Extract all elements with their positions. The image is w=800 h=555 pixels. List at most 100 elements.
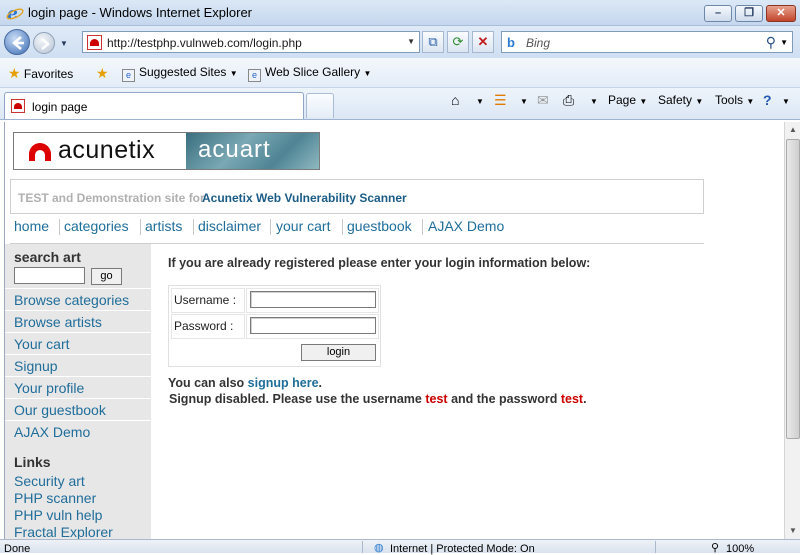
search-go-button[interactable]: go xyxy=(91,268,122,285)
nav-your-cart[interactable]: your cart xyxy=(276,218,330,234)
search-options-dropdown-icon[interactable]: ▼ xyxy=(780,38,788,47)
address-dropdown-icon[interactable]: ▼ xyxy=(407,37,415,46)
site-favicon-icon xyxy=(87,35,102,50)
search-art-input[interactable] xyxy=(14,267,85,284)
nav-separator xyxy=(193,219,194,235)
tab-label: login page xyxy=(32,100,88,114)
search-icon[interactable]: ⚲ xyxy=(766,34,776,51)
tools-menu[interactable]: Tools ▼ xyxy=(715,93,754,107)
maximize-button[interactable]: ❐ xyxy=(735,5,763,22)
suggested-sites-button[interactable]: e Suggested Sites ▼ xyxy=(122,65,238,82)
forward-button[interactable] xyxy=(33,32,55,54)
tab-login-page[interactable]: login page xyxy=(4,92,304,119)
status-bar: Done ◍ Internet | Protected Mode: On ⚲ 1… xyxy=(0,539,800,555)
help-dropdown-icon[interactable]: ▼ xyxy=(782,97,790,106)
window-title: login page - Windows Internet Explorer xyxy=(28,5,253,20)
address-url[interactable]: http://testphp.vulnweb.com/login.php xyxy=(107,36,302,50)
home-dropdown-icon[interactable]: ▼ xyxy=(476,97,484,106)
nav-categories[interactable]: categories xyxy=(64,218,129,234)
acunetix-logo-icon xyxy=(29,143,51,161)
new-tab-button[interactable] xyxy=(306,93,334,118)
ie-page-icon: e xyxy=(122,69,135,82)
logo-acuart-text: acuart xyxy=(198,136,271,163)
link-php-scanner[interactable]: PHP scanner xyxy=(14,490,96,506)
ie-logo-icon: e xyxy=(6,4,24,22)
favorites-button[interactable]: ★ Favorites xyxy=(8,65,73,82)
stop-button[interactable]: ✕ xyxy=(472,31,494,53)
web-slice-gallery-button[interactable]: e Web Slice Gallery ▼ xyxy=(248,65,371,82)
nav-artists[interactable]: artists xyxy=(145,218,182,234)
add-favorite-icon: ★ xyxy=(96,65,109,81)
favorites-star-icon: ★ xyxy=(8,65,21,81)
sidebar-item-our-guestbook[interactable]: Our guestbook xyxy=(5,398,151,420)
safety-menu[interactable]: Safety ▼ xyxy=(658,93,703,107)
scroll-up-icon[interactable]: ▲ xyxy=(785,122,800,138)
zoom-icon[interactable]: ⚲ xyxy=(711,541,719,554)
scroll-thumb[interactable] xyxy=(786,139,800,439)
nav-home[interactable]: home xyxy=(14,218,49,234)
nav-separator xyxy=(59,219,60,235)
title-bar: e login page - Windows Internet Explorer… xyxy=(0,0,800,26)
home-icon[interactable]: ⌂ xyxy=(451,92,459,108)
print-dropdown-icon[interactable]: ▼ xyxy=(590,97,598,106)
signup-disabled-message: Signup disabled. Please use the username… xyxy=(169,392,587,406)
read-mail-icon[interactable]: ✉ xyxy=(537,92,549,109)
vertical-scrollbar[interactable]: ▲ ▼ xyxy=(784,122,800,539)
nav-separator xyxy=(140,219,141,235)
print-icon[interactable]: ⎙ xyxy=(563,92,574,109)
feeds-icon[interactable]: ☰ xyxy=(494,92,507,109)
nav-disclaimer[interactable]: disclaimer xyxy=(198,218,261,234)
page-viewport: acunetix acuart TEST and Demonstration s… xyxy=(4,122,784,539)
link-security-art[interactable]: Security art xyxy=(14,473,85,489)
minimize-button[interactable]: – xyxy=(704,5,732,22)
links-heading: Links xyxy=(14,454,51,470)
site-logo[interactable]: acunetix acuart xyxy=(13,132,320,170)
bing-icon: b xyxy=(507,35,515,50)
search-box[interactable]: b Bing ⚲ ▼ xyxy=(501,31,793,53)
sidebar-item-your-cart[interactable]: Your cart xyxy=(5,332,151,354)
sidebar-item-signup[interactable]: Signup xyxy=(5,354,151,376)
address-toolbar: ▼ http://testphp.vulnweb.com/login.php ▼… xyxy=(0,26,800,58)
recent-pages-dropdown-icon[interactable]: ▼ xyxy=(60,39,68,48)
login-form: Username : Password : login xyxy=(168,285,381,367)
search-placeholder[interactable]: Bing xyxy=(526,36,550,50)
nav-separator xyxy=(270,219,271,235)
nav-separator xyxy=(342,219,343,235)
tagline-scanner-link[interactable]: Acunetix Web Vulnerability Scanner xyxy=(202,191,407,205)
help-icon[interactable]: ? xyxy=(763,92,772,108)
sidebar-item-ajax-demo[interactable]: AJAX Demo xyxy=(5,420,151,442)
add-to-favorites-bar-button[interactable]: ★ xyxy=(96,65,109,82)
site-tagline: TEST and Demonstration site for Acunetix… xyxy=(10,179,704,214)
tagline-prefix: TEST and Demonstration site for xyxy=(18,191,205,205)
password-field[interactable] xyxy=(250,317,376,334)
nav-guestbook[interactable]: guestbook xyxy=(347,218,412,234)
ie-page-icon: e xyxy=(248,69,261,82)
compatibility-view-button[interactable]: ⧉ xyxy=(422,31,444,53)
page-menu[interactable]: Page ▼ xyxy=(608,93,647,107)
scroll-down-icon[interactable]: ▼ xyxy=(785,523,800,539)
logo-acunetix-text: acunetix xyxy=(58,136,156,164)
security-zone[interactable]: Internet | Protected Mode: On xyxy=(390,543,535,555)
nav-separator xyxy=(422,219,423,235)
username-field[interactable] xyxy=(250,291,376,308)
back-button[interactable] xyxy=(4,29,30,55)
internet-zone-icon: ◍ xyxy=(374,542,384,554)
sidebar-item-browse-artists[interactable]: Browse artists xyxy=(5,310,151,332)
forward-arrow-icon xyxy=(41,38,50,50)
close-button[interactable]: ✕ xyxy=(766,5,796,22)
status-text: Done xyxy=(4,543,31,555)
nav-ajax-demo[interactable]: AJAX Demo xyxy=(428,218,504,234)
password-label: Password : xyxy=(174,319,234,333)
login-button[interactable]: login xyxy=(301,344,376,361)
feeds-dropdown-icon[interactable]: ▼ xyxy=(520,97,528,106)
address-bar[interactable]: http://testphp.vulnweb.com/login.php ▼ xyxy=(82,31,420,53)
refresh-button[interactable]: ⟳ xyxy=(447,31,469,53)
signup-link[interactable]: signup here xyxy=(248,376,319,390)
sidebar-item-your-profile[interactable]: Your profile xyxy=(5,376,151,398)
link-fractal-explorer[interactable]: Fractal Explorer xyxy=(14,524,113,539)
link-php-vuln-help[interactable]: PHP vuln help xyxy=(14,507,102,523)
sidebar-item-browse-categories[interactable]: Browse categories xyxy=(5,288,151,310)
zoom-level[interactable]: 100% xyxy=(726,543,754,555)
signup-message: You can also signup here. xyxy=(168,376,322,390)
logo-acuart-banner: acuart xyxy=(186,133,319,169)
